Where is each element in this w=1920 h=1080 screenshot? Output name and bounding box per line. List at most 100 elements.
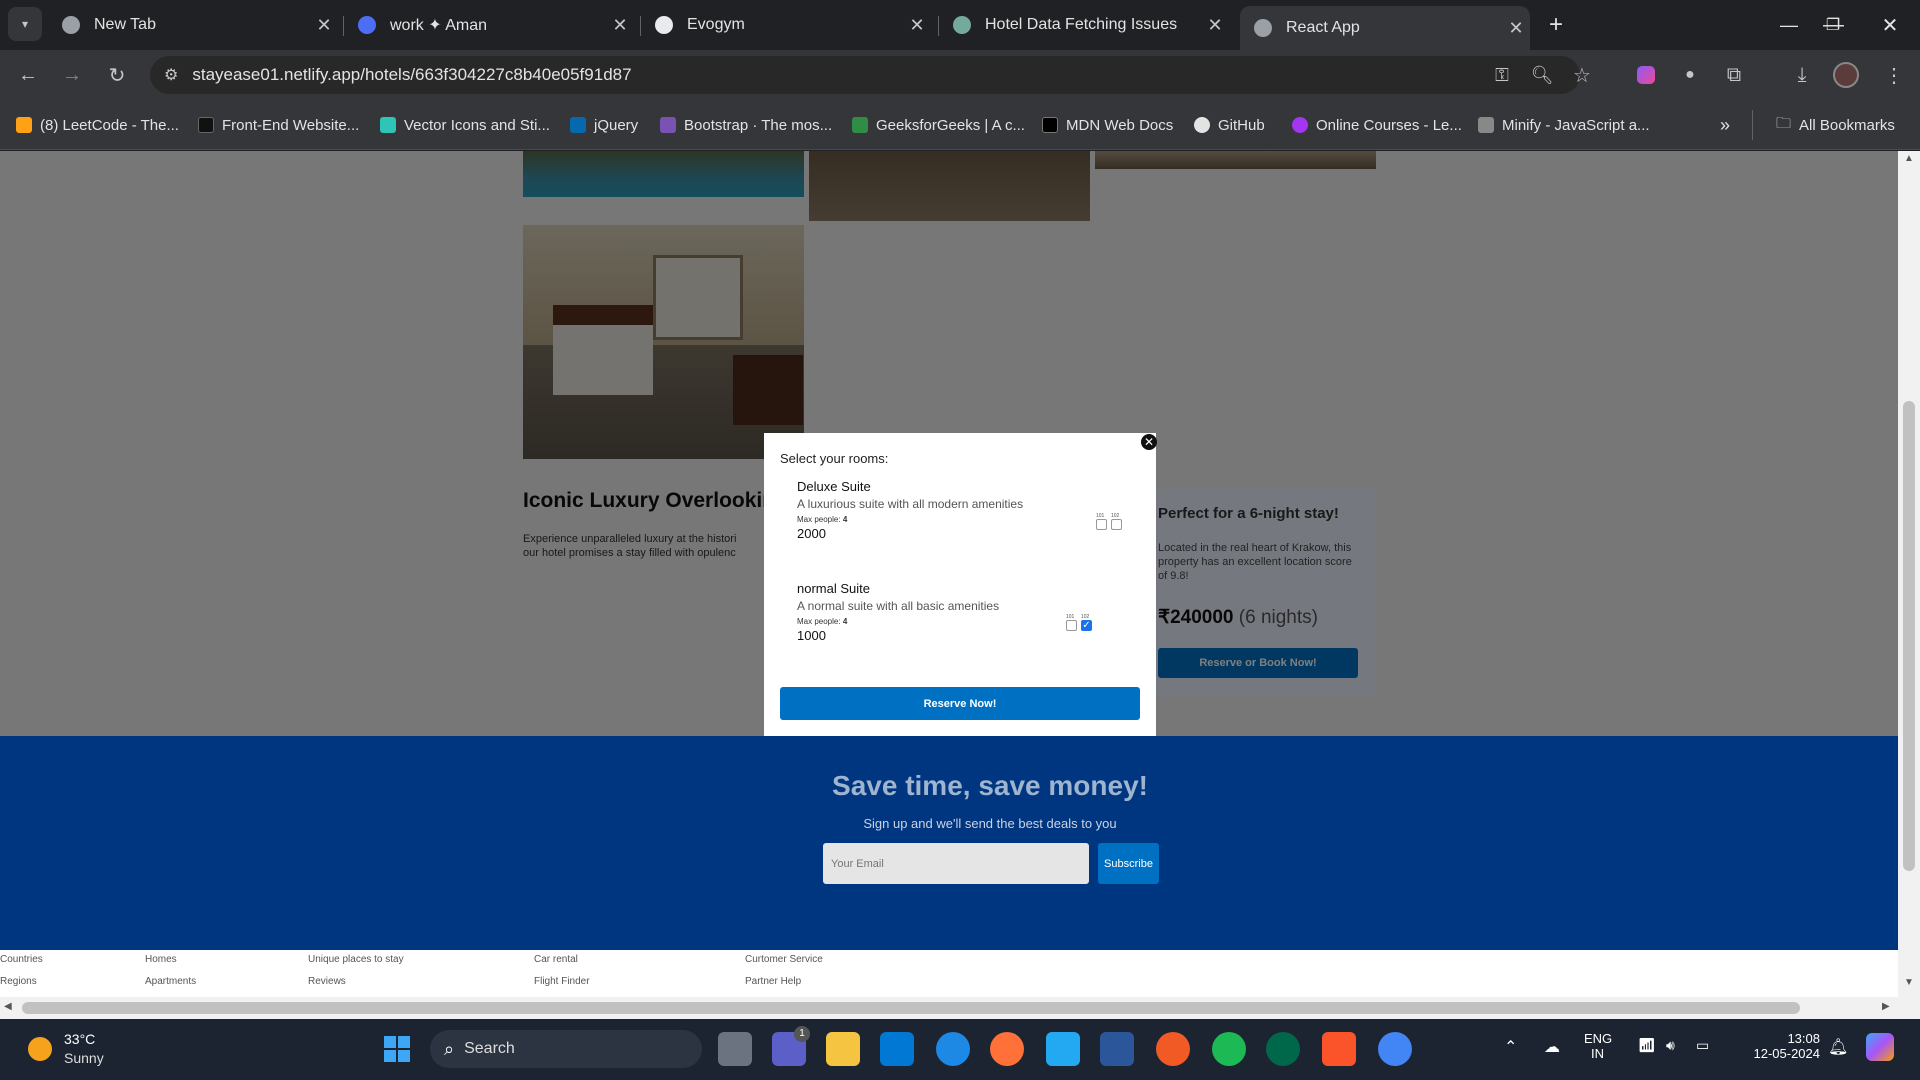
bookmarks-bar: (8) LeetCode - The... Front-End Website.… — [0, 100, 1920, 150]
download-icon[interactable]: ⤓ — [1784, 57, 1820, 93]
close-tab-icon[interactable]: ✕ — [310, 15, 338, 36]
profile-avatar[interactable] — [1828, 57, 1864, 93]
battery-icon[interactable]: ▭ — [1696, 1037, 1709, 1054]
footer-link[interactable]: Car rental — [534, 954, 578, 965]
modal-close-icon[interactable]: ✕ — [1141, 434, 1157, 450]
extensions-puzzle-icon[interactable]: ⧉ — [1716, 57, 1752, 93]
language-indicator[interactable]: ENG IN — [1584, 1031, 1612, 1061]
vertical-scrollbar[interactable]: ▲ ▼ — [1898, 151, 1920, 1019]
vscode-icon[interactable] — [1046, 1032, 1080, 1066]
footer-link[interactable]: Unique places to stay — [308, 954, 404, 965]
volume-icon[interactable]: 🔊︎ — [1666, 1037, 1675, 1054]
tab-react-app[interactable]: React App ✕ — [1240, 6, 1530, 50]
copilot-icon[interactable] — [1866, 1033, 1894, 1061]
bookmark-minify[interactable]: Minify - JavaScript a... — [1478, 114, 1650, 136]
mongodb-compass-icon[interactable] — [1266, 1032, 1300, 1066]
extension-copilot-icon[interactable] — [1628, 57, 1664, 93]
brave-icon[interactable] — [1322, 1032, 1356, 1066]
windows-taskbar: 33°C Sunny ⌕ Search 1 ⌃ ☁ ENG IN 📶︎ 🔊︎ ▭… — [0, 1019, 1920, 1080]
teams-icon[interactable]: 1 — [772, 1026, 810, 1066]
tab-new-tab[interactable]: New Tab ✕ — [48, 6, 338, 44]
forward-icon[interactable]: → — [54, 57, 90, 93]
tab-evogym[interactable]: Evogym ✕ — [641, 6, 931, 44]
footer-link[interactable]: Curtomer Service — [745, 954, 823, 965]
bookmark-frontend[interactable]: Front-End Website... — [198, 114, 359, 136]
bookmark-label: GitHub — [1218, 116, 1265, 134]
email-input[interactable] — [823, 843, 1089, 884]
word-icon[interactable] — [1100, 1032, 1134, 1066]
footer-link[interactable]: Reviews — [308, 976, 346, 987]
notification-bell-icon[interactable]: 🔔︎ — [1828, 1037, 1848, 1057]
address-bar[interactable]: ⚙ stayease01.netlify.app/hotels/663f3042… — [150, 56, 1580, 94]
clock[interactable]: 13:08 12-05-2024 — [1740, 1031, 1821, 1061]
scroll-up-icon[interactable]: ▲ — [1904, 153, 1914, 164]
tab-search-icon[interactable]: ▾ — [8, 7, 42, 41]
file-explorer-icon[interactable] — [826, 1032, 860, 1066]
microsoft-store-icon[interactable] — [880, 1032, 914, 1066]
wifi-icon[interactable]: 📶︎ — [1638, 1037, 1656, 1054]
scroll-right-icon[interactable]: ▶ — [1882, 1001, 1890, 1012]
close-tab-icon[interactable]: ✕ — [903, 15, 931, 36]
minimize-window-icon[interactable]: ― — [1771, 7, 1807, 43]
bookmark-label: GeeksforGeeks | A c... — [876, 116, 1025, 134]
more-bookmarks-icon[interactable]: » — [1720, 114, 1730, 136]
reload-icon[interactable]: ↻ — [99, 57, 135, 93]
footer-link[interactable]: Regions — [0, 976, 37, 987]
footer-link[interactable]: Partner Help — [745, 976, 801, 987]
taskbar-search[interactable]: ⌕ Search — [430, 1030, 702, 1068]
chrome-taskbar-icon[interactable] — [1378, 1032, 1412, 1066]
bookmark-vector-icons[interactable]: Vector Icons and Sti... — [380, 114, 550, 136]
room-checkbox-normal-101[interactable] — [1066, 620, 1077, 631]
show-hidden-icons[interactable]: ⌃ — [1504, 1037, 1517, 1057]
frontend-icon — [198, 117, 214, 133]
tab-title: Hotel Data Fetching Issues — [985, 16, 1178, 33]
browser-toolbar: ← → ↻ ⚙ stayease01.netlify.app/hotels/66… — [0, 50, 1920, 100]
windows-start-icon[interactable] — [380, 1032, 414, 1066]
footer-link[interactable]: Apartments — [145, 976, 196, 987]
footer-link[interactable]: Countries — [0, 954, 43, 965]
vertical-scrollbar-thumb[interactable] — [1903, 401, 1915, 871]
close-tab-icon[interactable]: ✕ — [1502, 18, 1530, 39]
url-text: stayease01.netlify.app/hotels/663f304227… — [192, 65, 632, 84]
app-store-icon[interactable] — [936, 1032, 970, 1066]
subscribe-button[interactable]: Subscribe — [1098, 843, 1159, 884]
restore-window-icon[interactable]: ❐ — [1815, 7, 1851, 43]
bookmark-mdn[interactable]: MDN Web Docs — [1042, 114, 1173, 136]
reserve-now-button[interactable]: Reserve Now! — [780, 687, 1140, 720]
extension-icon[interactable]: ● — [1672, 57, 1708, 93]
task-view-icon[interactable] — [718, 1032, 752, 1066]
all-bookmarks[interactable]: 🗀 All Bookmarks — [1776, 114, 1895, 136]
horizontal-scrollbar[interactable]: ◀ ▶ — [0, 997, 1898, 1019]
room-checkbox-deluxe-101[interactable] — [1096, 519, 1107, 530]
tab-work-aman[interactable]: work ✦ Aman ✕ — [344, 6, 634, 44]
bookmark-jquery[interactable]: jQuery — [570, 114, 638, 136]
back-icon[interactable]: ← — [10, 57, 46, 93]
bookmark-github[interactable]: GitHub — [1194, 114, 1265, 136]
bookmark-leetcode[interactable]: (8) LeetCode - The... — [16, 114, 179, 136]
onedrive-cloud-icon[interactable]: ☁ — [1544, 1037, 1560, 1057]
weather-sun-icon[interactable] — [28, 1037, 52, 1061]
scroll-down-icon[interactable]: ▼ — [1904, 977, 1914, 988]
room-checkbox-deluxe-102[interactable] — [1111, 519, 1122, 530]
footer-link[interactable]: Flight Finder — [534, 976, 590, 987]
menu-kebab-icon[interactable]: ⋮ — [1876, 57, 1912, 93]
site-info-icon[interactable]: ⚙ — [164, 65, 178, 85]
close-tab-icon[interactable]: ✕ — [606, 15, 634, 36]
tab-hotel-data[interactable]: Hotel Data Fetching Issues ✕ — [939, 6, 1229, 44]
bookmark-geeksforgeeks[interactable]: GeeksforGeeks | A c... — [852, 114, 1025, 136]
firefox-icon[interactable] — [990, 1032, 1024, 1066]
horizontal-scrollbar-thumb[interactable] — [22, 1002, 1800, 1014]
close-window-icon[interactable]: ✕ — [1872, 7, 1908, 43]
room-checkbox-normal-102[interactable]: ✓ — [1081, 620, 1092, 631]
bookmark-online-courses[interactable]: Online Courses - Le... — [1292, 114, 1462, 136]
new-tab-icon[interactable]: + — [1538, 7, 1574, 43]
zoom-icon[interactable]: 🔍︎ — [1524, 57, 1560, 93]
password-key-icon[interactable]: ⚿ — [1484, 57, 1520, 93]
close-tab-icon[interactable]: ✕ — [1201, 15, 1229, 36]
bookmark-bootstrap[interactable]: Bootstrap · The mos... — [660, 114, 832, 136]
spotify-icon[interactable] — [1212, 1032, 1246, 1066]
bookmark-star-icon[interactable]: ☆ — [1564, 57, 1600, 93]
scroll-left-icon[interactable]: ◀ — [4, 1001, 12, 1012]
postman-icon[interactable] — [1156, 1032, 1190, 1066]
footer-link[interactable]: Homes — [145, 954, 177, 965]
